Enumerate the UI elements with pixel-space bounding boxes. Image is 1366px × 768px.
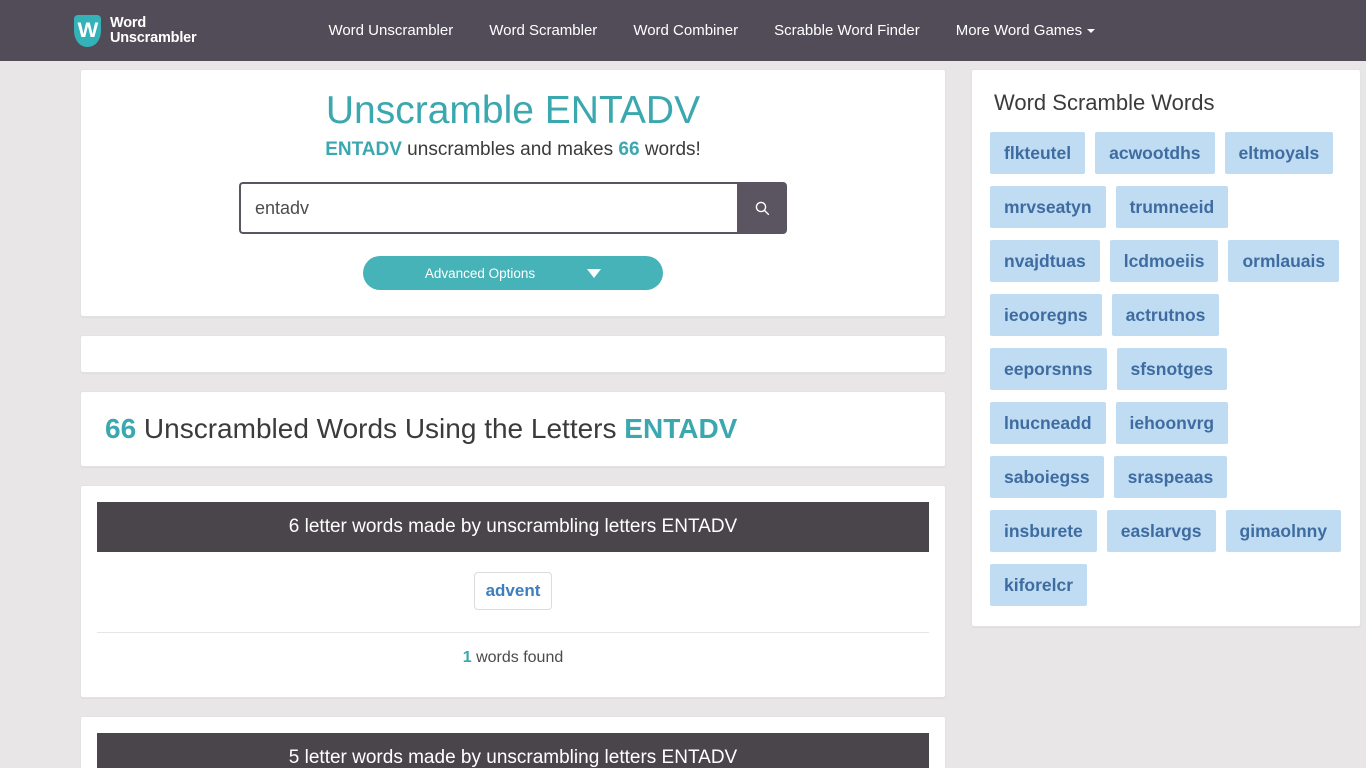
- results-heading-mid: Unscrambled Words Using the Letters: [136, 413, 625, 444]
- hero-sub-count: 66: [618, 139, 640, 160]
- top-navbar: W Word Unscrambler Word Unscrambler Word…: [0, 0, 1366, 61]
- nav-item-word-combiner[interactable]: Word Combiner: [615, 14, 756, 47]
- nav-item-scrabble-word-finder[interactable]: Scrabble Word Finder: [756, 14, 938, 47]
- shield-logo-icon: W: [74, 14, 101, 47]
- word-group-title: 5 letter words made by unscrambling lett…: [97, 733, 929, 768]
- word-group-title: 6 letter words made by unscrambling lett…: [97, 502, 929, 552]
- scramble-word-tag-grid: flkteutel acwootdhs eltmoyals mrvseatyn trum…: [990, 132, 1342, 606]
- word-list-6-letter: advent: [97, 552, 929, 632]
- advanced-options-button[interactable]: Advanced Options: [363, 256, 663, 290]
- words-found-label: words found: [471, 649, 564, 666]
- hero-subtitle: ENTADV unscrambles and makes 66 words!: [105, 138, 921, 162]
- scramble-word-tag[interactable]: gimaolnny: [1225, 510, 1342, 552]
- search-input[interactable]: [239, 182, 737, 234]
- scramble-word-tag[interactable]: sfsnotges: [1116, 348, 1228, 390]
- scramble-word-tag[interactable]: acwootdhs: [1095, 132, 1215, 174]
- page-body: Unscramble ENTADV ENTADV unscrambles and…: [0, 61, 1366, 768]
- search-icon: [755, 201, 769, 215]
- scramble-word-tag[interactable]: lnucneadd: [990, 402, 1106, 444]
- scramble-word-tag[interactable]: trumneeid: [1115, 186, 1229, 228]
- scramble-word-tag[interactable]: saboiegss: [990, 456, 1104, 498]
- advanced-options-label: Advanced Options: [424, 265, 536, 281]
- word-group-5-letter: 5 letter words made by unscrambling lett…: [80, 716, 946, 768]
- hero-card: Unscramble ENTADV ENTADV unscrambles and…: [80, 69, 946, 317]
- triangle-down-icon: [587, 268, 602, 278]
- sidebar-column: Word Scramble Words flkteutel acwootdhs el…: [971, 69, 1361, 645]
- results-heading-card: 66 Unscrambled Words Using the Letters E…: [80, 391, 946, 467]
- results-heading: 66 Unscrambled Words Using the Letters E…: [105, 412, 921, 446]
- words-found-line: 1 words found: [97, 633, 929, 681]
- nav-item-word-scrambler[interactable]: Word Scrambler: [471, 14, 615, 47]
- chevron-down-icon: [1087, 29, 1096, 34]
- logo-w-glyph: W: [77, 19, 98, 42]
- results-heading-letters: ENTADV: [624, 413, 738, 444]
- scramble-word-tag[interactable]: actrutnos: [1111, 294, 1220, 336]
- scramble-word-tag[interactable]: lcdmoeiis: [1109, 240, 1219, 282]
- search-form: [239, 182, 787, 234]
- words-found-count: 1: [462, 649, 472, 666]
- scramble-word-tag[interactable]: flkteutel: [990, 132, 1086, 174]
- scramble-word-tag[interactable]: eeporsnns: [990, 348, 1107, 390]
- brand-name: Word Unscrambler: [110, 14, 197, 46]
- word-chip[interactable]: advent: [473, 572, 553, 610]
- scramble-word-tag[interactable]: mrvseatyn: [990, 186, 1106, 228]
- sidebar-title: Word Scramble Words: [994, 90, 1215, 115]
- word-scramble-words-card: Word Scramble Words flkteutel acwootdhs el…: [971, 69, 1361, 627]
- search-button[interactable]: [737, 182, 787, 234]
- scramble-word-tag[interactable]: iehoonvrg: [1115, 402, 1229, 444]
- nav-item-more-word-games[interactable]: More Word Games: [938, 14, 1113, 47]
- primary-navigation: Word Unscrambler Word Scrambler Word Com…: [310, 14, 1113, 47]
- results-count: 66: [105, 413, 137, 444]
- nav-item-word-unscrambler[interactable]: Word Unscrambler: [310, 14, 471, 47]
- scramble-word-tag[interactable]: easlarvgs: [1106, 510, 1216, 552]
- scramble-word-tag[interactable]: kiforelcr: [990, 564, 1088, 606]
- scramble-word-tag[interactable]: nvajdtuas: [990, 240, 1100, 282]
- page-title: Unscramble ENTADV: [325, 89, 701, 132]
- main-column: Unscramble ENTADV ENTADV unscrambles and…: [80, 69, 946, 768]
- scramble-word-tag[interactable]: ieooregns: [990, 294, 1102, 336]
- scramble-word-tag[interactable]: insburete: [990, 510, 1097, 552]
- hero-sub-end: words!: [639, 139, 701, 160]
- brand-line-1: Word: [110, 14, 146, 31]
- brand-logo-link[interactable]: W Word Unscrambler: [74, 14, 197, 47]
- word-group-6-letter: 6 letter words made by unscrambling lett…: [80, 485, 946, 698]
- scramble-word-tag[interactable]: sraspeaas: [1113, 456, 1228, 498]
- hero-sub-mid: unscrambles and makes: [401, 139, 619, 160]
- scramble-word-tag[interactable]: eltmoyals: [1224, 132, 1334, 174]
- nav-item-more-word-games-label: More Word Games: [955, 22, 1083, 39]
- ad-placeholder: [80, 335, 946, 373]
- scramble-word-tag[interactable]: ormlauais: [1228, 240, 1340, 282]
- hero-sub-letters: ENTADV: [325, 139, 402, 160]
- brand-line-2: Unscrambler: [110, 29, 197, 46]
